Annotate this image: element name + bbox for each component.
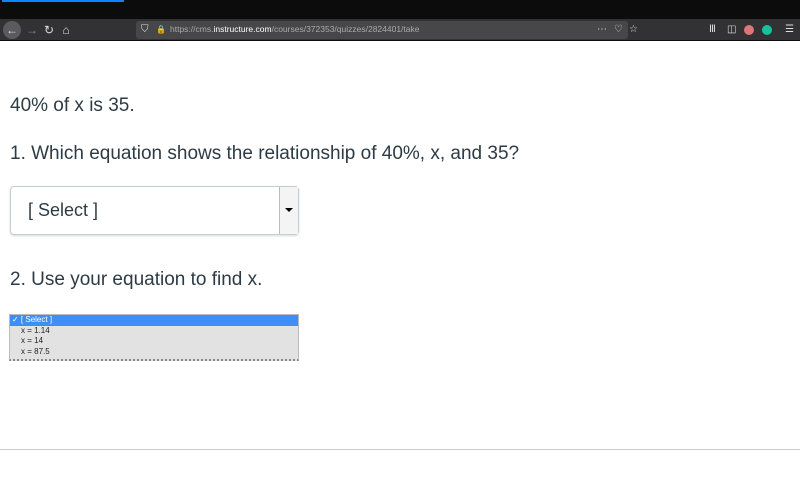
q1-select-value: [ Select ] [28, 200, 99, 220]
library-icon[interactable]: Ⅲ [709, 21, 716, 39]
forward-icon[interactable]: → [23, 21, 41, 39]
chevron-down-icon[interactable] [279, 187, 298, 234]
back-icon[interactable]: ← [3, 21, 21, 39]
shield-icon[interactable]: ⛉ [141, 21, 149, 39]
more-icon[interactable]: ⋯ [597, 21, 607, 39]
divider [0, 449, 800, 450]
active-tab-indicator [2, 0, 124, 2]
tab-bar [0, 0, 800, 19]
option-87-5[interactable]: x = 87.5 [10, 347, 298, 358]
q1-select[interactable]: [ Select ] [10, 186, 299, 235]
grammarly-icon[interactable] [762, 25, 772, 35]
star-icon[interactable]: ☆ [629, 21, 638, 39]
menu-icon[interactable]: ☰ [785, 21, 794, 39]
option-14[interactable]: x = 14 [10, 336, 298, 347]
question-prompt: 40% of x is 35. [10, 95, 135, 116]
url-bar[interactable]: ⛉ 🔒 https://cms.instructure.com/courses/… [136, 21, 638, 39]
avatar-icon[interactable] [744, 25, 754, 35]
home-icon[interactable]: ⌂ [57, 21, 75, 39]
browser-toolbar: ← → ↻ ⌂ ⛉ 🔒 https://cms.instructure.com/… [0, 19, 800, 41]
question-1: 1. Which equation shows the relationship… [10, 143, 520, 164]
lock-icon[interactable]: 🔒 [156, 21, 166, 39]
q2-dropdown-list[interactable]: ✓ [ Select ] x = 1.14 x = 14 x = 87.5 [9, 314, 299, 361]
option-select[interactable]: ✓ [ Select ] [10, 315, 298, 326]
sidebar-icon[interactable]: ◫ [727, 21, 736, 39]
reload-icon[interactable]: ↻ [40, 21, 58, 39]
question-2: 2. Use your equation to find x. [10, 269, 263, 290]
pocket-icon[interactable]: ♡ [614, 21, 623, 39]
url-text[interactable]: https://cms.instructure.com/courses/3723… [170, 24, 420, 34]
option-1-14[interactable]: x = 1.14 [10, 326, 298, 337]
